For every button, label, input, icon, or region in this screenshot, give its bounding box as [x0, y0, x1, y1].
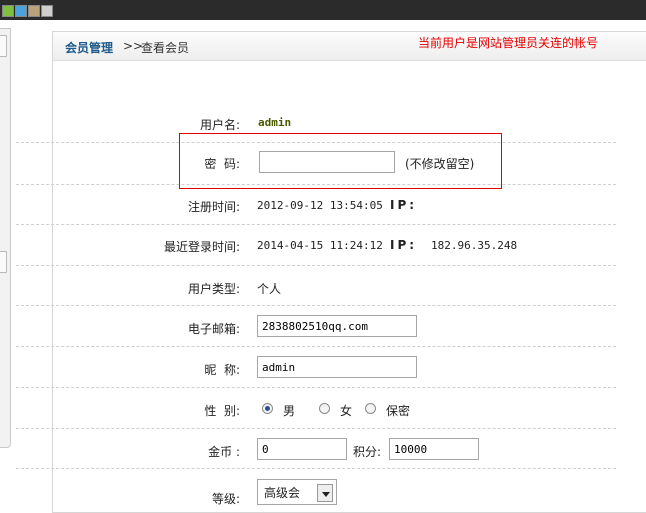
username-label: 用户名: [199, 118, 240, 132]
window-icon-green [2, 5, 14, 17]
last-login-label: 最近登录时间: [163, 240, 240, 254]
last-login-ip-label: IP: [390, 238, 418, 252]
gender-option-secret: 保密 [386, 404, 411, 418]
coins-label: 金币 : [208, 445, 240, 459]
register-time-value: 2012-09-12 13:54:05 [257, 199, 383, 212]
username-value: admin [258, 116, 292, 129]
nickname-input[interactable] [257, 356, 417, 378]
window-icon-gray [41, 5, 53, 17]
window-icon-blue [15, 5, 27, 17]
gender-option-female: 女 [340, 404, 353, 418]
last-login-value: 2014-04-15 11:24:12 [257, 239, 383, 252]
left-panel-tab[interactable] [0, 35, 7, 57]
gender-radio-male[interactable] [262, 403, 273, 414]
points-input[interactable] [389, 438, 479, 460]
register-ip-label: IP: [390, 198, 418, 212]
gender-label: 性 别: [204, 404, 240, 418]
gender-radio-female[interactable] [319, 403, 330, 414]
admin-account-notice: 当前用户是网站管理员关连的帐号 [418, 36, 599, 50]
chevron-down-icon[interactable] [317, 484, 333, 502]
coins-input[interactable] [257, 438, 347, 460]
window-icon-tan [28, 5, 40, 17]
level-selected-value: 高级会 [264, 486, 301, 500]
nickname-label: 昵 称: [204, 363, 240, 377]
level-select[interactable]: 高级会 [257, 479, 337, 505]
email-label: 电子邮箱: [187, 322, 240, 336]
points-label: 积分: [353, 445, 382, 459]
breadcrumb-view-member: 查看会员 [141, 41, 190, 55]
register-time-label: 注册时间: [187, 200, 240, 214]
breadcrumb-member-management[interactable]: 会员管理 [65, 39, 113, 56]
last-login-ip-value: 182.96.35.248 [431, 239, 518, 252]
user-type-value: 个人 [257, 282, 282, 296]
user-type-label: 用户类型: [187, 282, 240, 296]
level-label: 等级: [211, 492, 240, 506]
email-input[interactable] [257, 315, 417, 337]
top-bar [0, 0, 646, 20]
gender-radio-secret[interactable] [365, 403, 376, 414]
gender-option-male: 男 [283, 404, 296, 418]
highlight-box [179, 133, 502, 189]
